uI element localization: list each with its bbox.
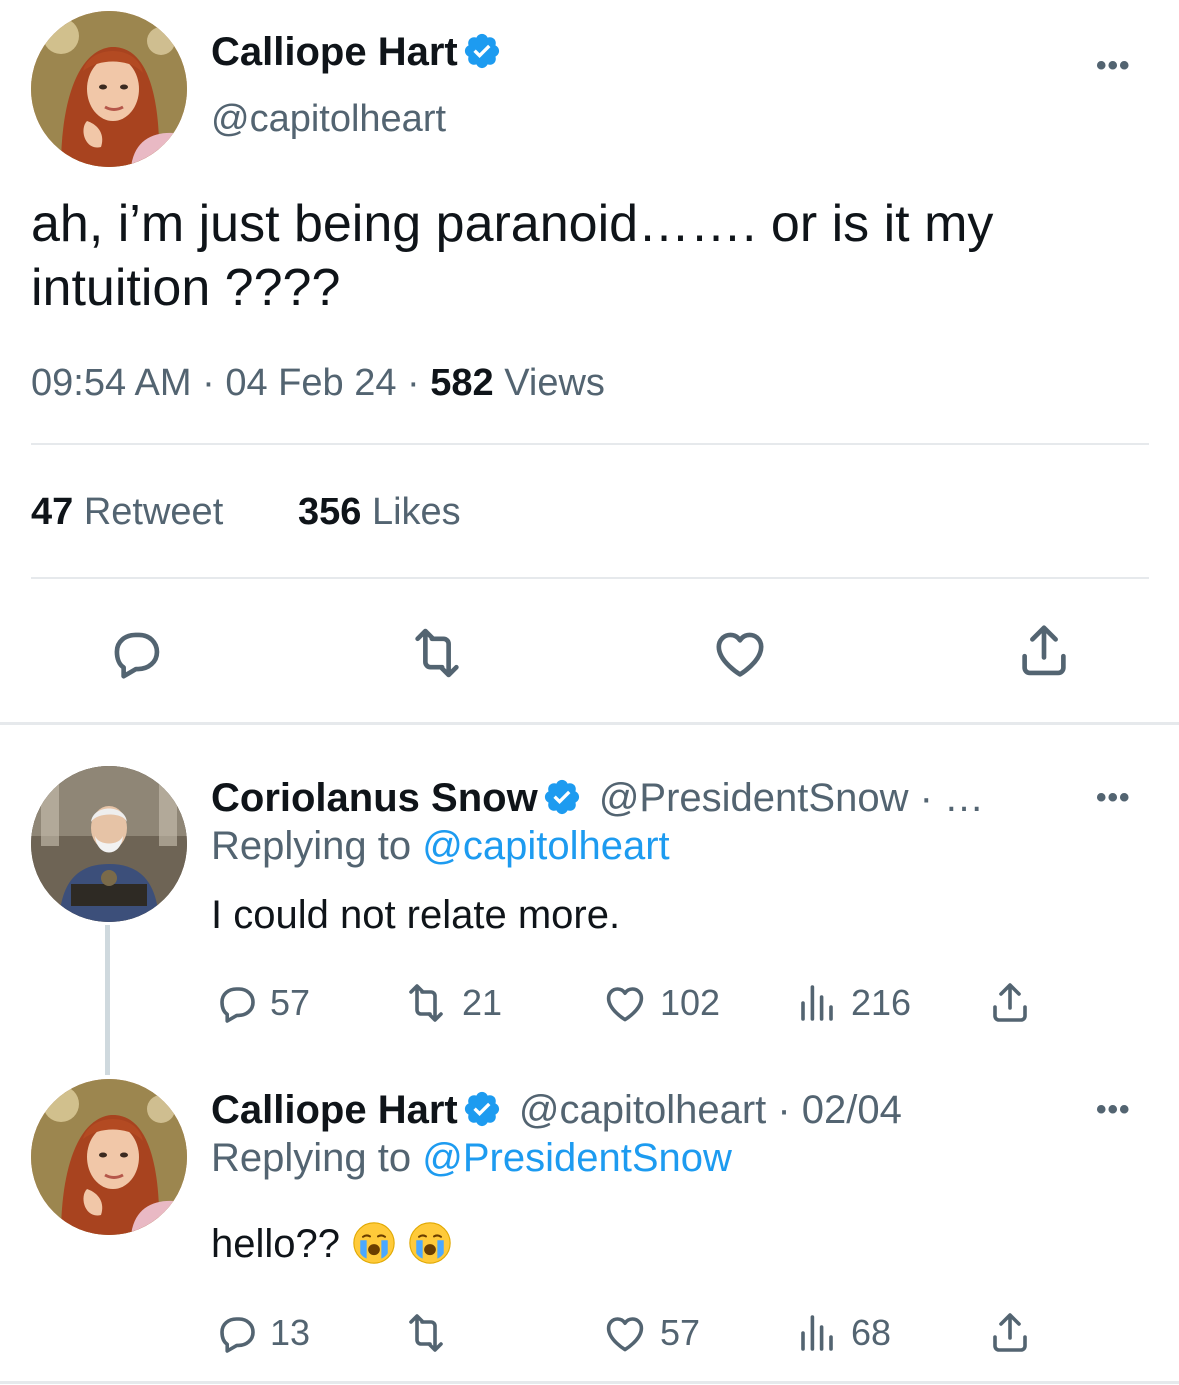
views-count: 582 <box>430 362 494 404</box>
reply-icon <box>212 979 260 1027</box>
author-handle[interactable]: @capitolheart <box>211 98 446 141</box>
like-icon[interactable] <box>709 622 771 684</box>
retweet-action[interactable] <box>400 1309 462 1357</box>
views-label: Views <box>504 362 605 404</box>
share-icon[interactable] <box>986 1309 1034 1357</box>
views-action[interactable]: 216 <box>793 979 911 1027</box>
retweet-stat[interactable]: 47 Retweet <box>31 491 223 534</box>
reply-text: hello?? <box>211 1221 452 1267</box>
retweet-count: 21 <box>462 982 503 1023</box>
like-icon <box>600 979 650 1027</box>
like-count: 102 <box>660 982 721 1023</box>
reply-icon <box>212 1309 260 1357</box>
reply-header: Calliope Hart @capitolheart · 02/04 <box>211 1088 902 1133</box>
replying-to-link[interactable]: @capitolheart <box>422 824 669 868</box>
verified-badge-icon <box>462 31 502 71</box>
author-name[interactable]: Calliope Hart <box>211 30 502 75</box>
like-icon <box>600 1309 650 1357</box>
views-icon <box>793 979 841 1027</box>
reply-text-content: hello?? <box>211 1222 341 1266</box>
reply-action[interactable]: 13 <box>212 1309 310 1357</box>
share-icon[interactable] <box>986 979 1034 1027</box>
like-action[interactable]: 102 <box>600 979 720 1027</box>
section-divider <box>0 1381 1179 1384</box>
replying-to: Replying to @PresidentSnow <box>211 1136 732 1181</box>
tweet-text: ah, i’m just being paranoid……. or is it … <box>31 195 994 317</box>
retweet-icon <box>400 1309 452 1357</box>
avatar-coriolanus-snow[interactable] <box>31 766 187 922</box>
reply-icon[interactable] <box>104 622 166 684</box>
tweet-time: 09:54 AM <box>31 362 192 404</box>
views-icon <box>793 1309 841 1357</box>
author-name-text: Calliope Hart <box>211 30 458 74</box>
reply-count: 13 <box>270 1312 311 1353</box>
reply-author-handle[interactable]: @capitolheart · 02/04 <box>519 1088 902 1132</box>
section-divider <box>0 722 1179 725</box>
reply-author-handle[interactable]: @PresidentSnow · … <box>599 776 984 820</box>
replying-to-prefix: Replying to <box>211 1136 412 1180</box>
more-icon[interactable]: ••• <box>1096 1093 1131 1127</box>
more-icon[interactable]: ••• <box>1096 49 1131 83</box>
share-icon[interactable] <box>1013 620 1075 682</box>
retweet-action[interactable]: 21 <box>400 979 502 1027</box>
likes-stat[interactable]: 356 Likes <box>298 491 461 534</box>
replying-to-link[interactable]: @PresidentSnow <box>422 1136 732 1180</box>
reply-author-name[interactable]: Calliope Hart <box>211 1088 458 1132</box>
retweet-icon[interactable] <box>404 622 470 684</box>
views-action[interactable]: 68 <box>793 1309 891 1357</box>
verified-badge-icon <box>542 777 582 817</box>
avatar-calliope-hart[interactable] <box>31 1079 187 1235</box>
divider <box>31 577 1149 579</box>
more-icon[interactable]: ••• <box>1096 781 1131 815</box>
retweet-icon <box>400 979 452 1027</box>
replying-to: Replying to @capitolheart <box>211 824 670 869</box>
verified-badge-icon <box>462 1089 502 1129</box>
crying-face-emoji <box>352 1221 396 1265</box>
thread-line <box>105 925 110 1075</box>
like-count: 57 <box>660 1312 701 1353</box>
view-count: 68 <box>851 1312 892 1353</box>
like-action[interactable]: 57 <box>600 1309 700 1357</box>
tweet-meta: 09:54 AM · 04 Feb 24 · 582 Views <box>31 362 605 404</box>
likes-label: Likes <box>371 491 461 533</box>
reply-author-name[interactable]: Coriolanus Snow <box>211 776 538 820</box>
reply-text: I could not relate more. <box>211 893 621 937</box>
reply-count: 57 <box>270 982 311 1023</box>
retweet-count: 47 <box>31 491 74 533</box>
reply-header: Coriolanus Snow @PresidentSnow · … <box>211 776 984 821</box>
avatar-calliope-hart[interactable] <box>31 11 187 167</box>
retweet-label: Retweet <box>83 491 224 533</box>
divider <box>31 443 1149 445</box>
reply-action[interactable]: 57 <box>212 979 310 1027</box>
tweet-date: 04 Feb 24 <box>225 362 397 404</box>
replying-to-prefix: Replying to <box>211 824 412 868</box>
crying-face-emoji <box>408 1221 452 1265</box>
view-count: 216 <box>851 982 912 1023</box>
likes-count: 356 <box>298 491 362 533</box>
